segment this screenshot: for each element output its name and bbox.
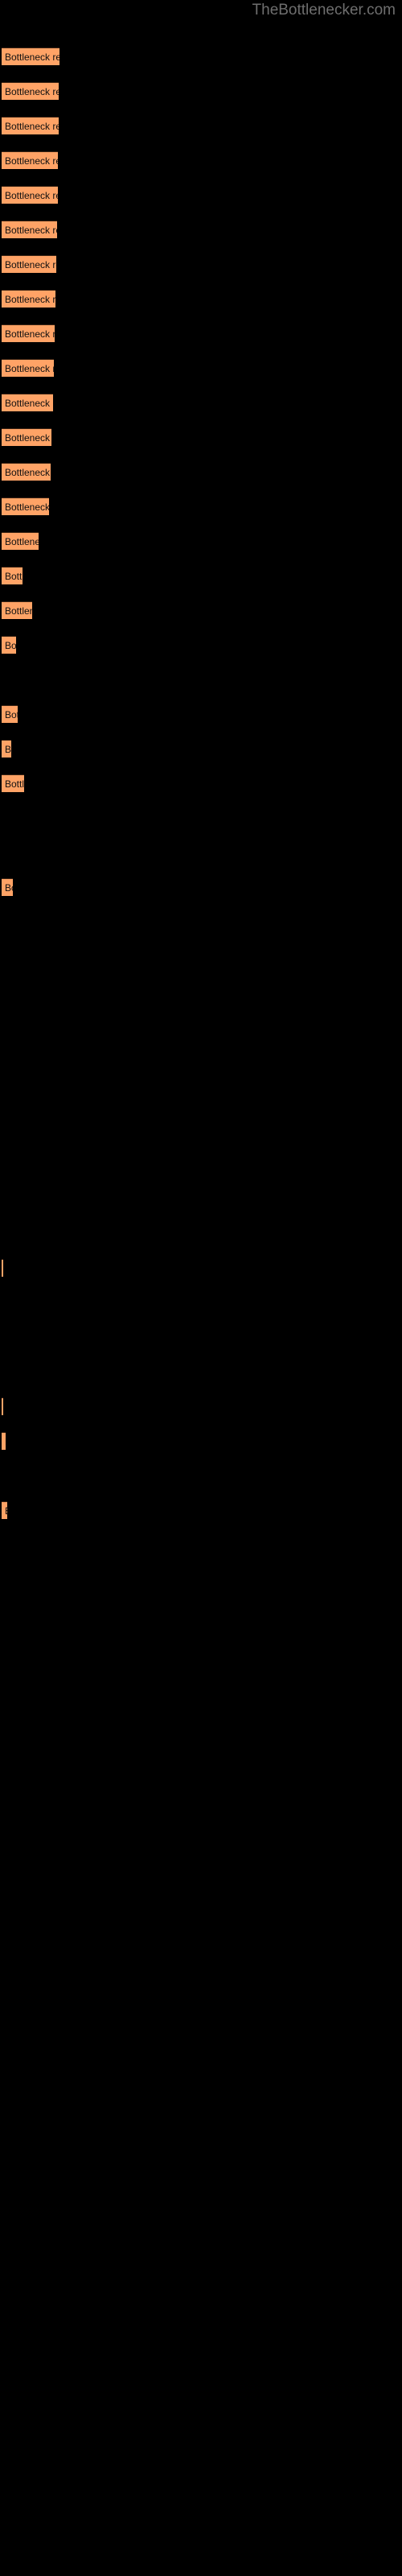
bar-bottleneck-result: Bottleneck result — [2, 463, 51, 481]
bar-label: Bottleneck result — [5, 639, 16, 651]
bar-label: Bottleneck result — [5, 258, 56, 270]
bar-label: Bottleneck result — [5, 1505, 7, 1517]
bar-label: Bottleneck result — [5, 501, 49, 513]
bar-label: Bottleneck result — [5, 362, 54, 374]
bar-bottleneck-result: Bottleneck result — [2, 1397, 3, 1415]
bar-label: Bottleneck result — [5, 570, 23, 582]
bar-bottleneck-result: Bottleneck result — [2, 47, 59, 65]
bar-bottleneck-result: Bottleneck result — [2, 117, 59, 134]
bar-label: Bottleneck result — [5, 881, 13, 894]
bar-label: Bottleneck result — [5, 155, 58, 167]
bar-label: Bottleneck result — [5, 85, 59, 97]
bottleneck-bar-chart: TheBottlenecker.com Bottleneck resultBot… — [0, 0, 402, 2576]
bar-bottleneck-result: Bottleneck result — [2, 359, 54, 377]
bar-label: Bottleneck result — [5, 224, 57, 236]
bar-bottleneck-result: Bottleneck result — [2, 394, 53, 411]
bar-bottleneck-result: Bottleneck result — [2, 740, 11, 758]
bar-label: Bottleneck result — [5, 708, 18, 720]
bar-bottleneck-result: Bottleneck result — [2, 186, 58, 204]
bar-bottleneck-result: Bottleneck result — [2, 1432, 6, 1450]
bar-bottleneck-result: Bottleneck result — [2, 221, 57, 238]
bar-label: Bottleneck result — [5, 466, 51, 478]
bar-label: Bottleneck result — [5, 605, 32, 617]
bar-label: Bottleneck result — [5, 1436, 6, 1447]
bar-bottleneck-result: Bottleneck result — [2, 324, 55, 342]
bar-bottleneck-result: Bottleneck result — [2, 290, 55, 308]
bar-bottleneck-result: Bottleneck result — [2, 1501, 7, 1519]
bar-bottleneck-result: Bottleneck result — [2, 255, 56, 273]
bar-label: Bottleneck result — [5, 293, 55, 305]
bar-label: Bottleneck result — [5, 743, 11, 755]
bar-label: Bottleneck result — [5, 328, 55, 340]
bar-label: Bottleneck result — [5, 535, 39, 547]
bar-bottleneck-result: Bottleneck result — [2, 82, 59, 100]
bar-bottleneck-result: Bottleneck result — [2, 601, 32, 619]
bar-bottleneck-result: Bottleneck result — [2, 705, 18, 723]
bar-bottleneck-result: Bottleneck result — [2, 151, 58, 169]
bar-label: Bottleneck result — [5, 120, 59, 132]
bar-bottleneck-result: Bottleneck result — [2, 878, 13, 896]
bar-bottleneck-result: Bottleneck result — [2, 428, 51, 446]
bars-layer: Bottleneck result Bottleneck result Bottle… — [0, 0, 402, 2576]
bar-label: Bottleneck result — [5, 51, 59, 63]
bar-label: Bottleneck result — [5, 189, 58, 201]
bar-label: Bottleneck result — [5, 397, 53, 409]
bar-label: Bottleneck result — [5, 431, 51, 444]
bar-bottleneck-result: Bottleneck result — [2, 1259, 3, 1277]
bar-label: Bottleneck result — [5, 778, 24, 790]
bar-bottleneck-result: Bottleneck result — [2, 567, 23, 584]
bar-bottleneck-result: Bottleneck result — [2, 636, 16, 654]
bar-bottleneck-result: Bottleneck result — [2, 497, 49, 515]
bar-bottleneck-result: Bottleneck result — [2, 532, 39, 550]
bar-bottleneck-result: Bottleneck result — [2, 774, 24, 792]
